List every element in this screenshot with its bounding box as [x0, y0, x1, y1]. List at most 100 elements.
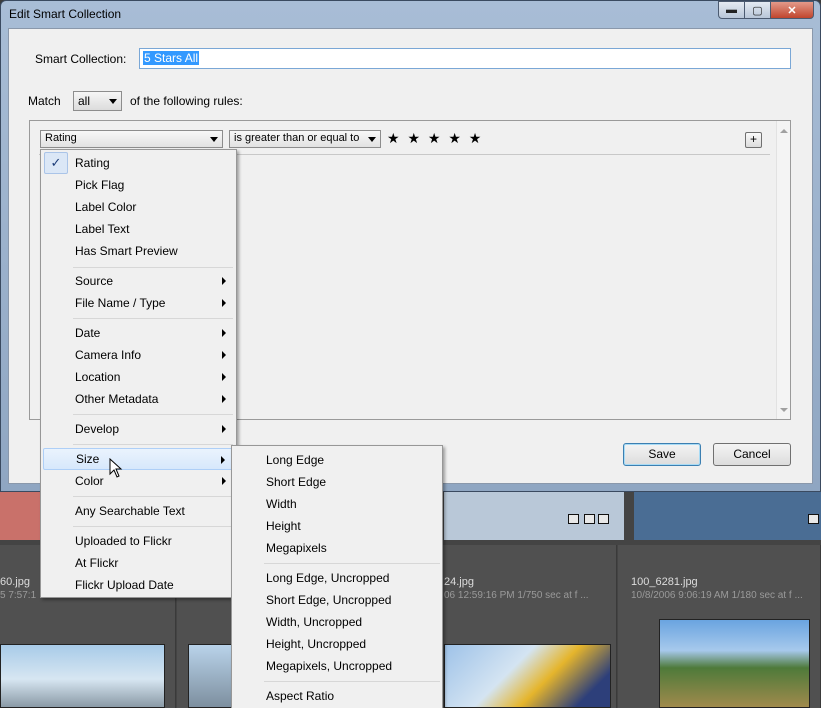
menu-item-date[interactable]: Date: [43, 322, 234, 344]
menu-separator: [73, 496, 233, 497]
submenu-item-megapixels-uncropped[interactable]: Megapixels, Uncropped: [234, 655, 440, 677]
chevron-right-icon: [222, 277, 226, 285]
collection-name-value: 5 Stars All: [143, 51, 200, 65]
metadata-badge-icon: [808, 514, 819, 524]
submenu-item-height-uncropped[interactable]: Height, Uncropped: [234, 633, 440, 655]
match-value: all: [78, 94, 91, 108]
menu-item-pick-flag[interactable]: Pick Flag: [43, 174, 234, 196]
menu-item-label: Size: [76, 452, 100, 466]
menu-item-camera-info[interactable]: Camera Info: [43, 344, 234, 366]
submenu-item-height[interactable]: Height: [234, 515, 440, 537]
window-controls: ▬ ▢ ✕: [718, 1, 814, 19]
chevron-right-icon: [221, 456, 225, 464]
menu-separator: [73, 414, 233, 415]
plus-icon: +: [749, 132, 757, 146]
menu-item-label-color[interactable]: Label Color: [43, 196, 234, 218]
menu-item-label: Location: [75, 370, 121, 384]
chevron-right-icon: [222, 299, 226, 307]
submenu-item-short-edge[interactable]: Short Edge: [234, 471, 440, 493]
menu-item-label-text[interactable]: Label Text: [43, 218, 234, 240]
menu-item-location[interactable]: Location: [43, 366, 234, 388]
file-meta: 06 12:59:16 PM 1/750 sec at f ...: [444, 590, 589, 601]
menu-item-at-flickr[interactable]: At Flickr: [43, 552, 234, 574]
chevron-down-icon: [368, 137, 376, 142]
title-bar[interactable]: Edit Smart Collection ▬ ▢ ✕: [1, 1, 820, 27]
file-name: 60.jpg: [0, 576, 30, 588]
scroll-up-icon[interactable]: [780, 129, 788, 133]
rules-suffix-label: of the following rules:: [130, 94, 243, 108]
photo-thumbnail[interactable]: [188, 644, 232, 708]
menu-item-uploaded-to-flickr[interactable]: Uploaded to Flickr: [43, 530, 234, 552]
rating-stars[interactable]: ★ ★ ★ ★ ★: [387, 130, 483, 147]
match-select[interactable]: all: [73, 91, 122, 111]
size-submenu: Long Edge Short Edge Width Height Megapi…: [231, 445, 443, 708]
menu-item-flickr-upload-date[interactable]: Flickr Upload Date: [43, 574, 234, 596]
chevron-down-icon: [210, 137, 218, 142]
rule-field-select[interactable]: Rating: [40, 130, 223, 148]
menu-separator: [264, 563, 440, 564]
menu-item-rating[interactable]: Rating: [43, 152, 234, 174]
chevron-right-icon: [222, 477, 226, 485]
menu-item-label: Date: [75, 326, 101, 340]
collection-name-input[interactable]: 5 Stars All: [139, 48, 791, 69]
file-name: 24.jpg: [444, 576, 474, 588]
photo-thumbnail[interactable]: [444, 644, 611, 708]
menu-item-label: Other Metadata: [75, 392, 159, 406]
menu-item-other-metadata[interactable]: Other Metadata: [43, 388, 234, 410]
add-rule-button[interactable]: +: [745, 132, 762, 148]
grid-thumb-top-2: [444, 490, 624, 540]
grid-thumb-top-3: [634, 490, 821, 540]
smart-collection-label: Smart Collection:: [35, 52, 127, 66]
menu-separator: [73, 526, 233, 527]
minimize-icon: ▬: [726, 4, 737, 16]
mouse-pointer-icon: [109, 458, 123, 478]
submenu-item-short-edge-uncropped[interactable]: Short Edge, Uncropped: [234, 589, 440, 611]
menu-item-any-searchable-text[interactable]: Any Searchable Text: [43, 500, 234, 522]
menu-item-label: Camera Info: [75, 348, 142, 362]
rule-field-value: Rating: [45, 132, 77, 144]
submenu-item-aspect-ratio[interactable]: Aspect Ratio: [234, 685, 440, 707]
submenu-item-megapixels[interactable]: Megapixels: [234, 537, 440, 559]
menu-item-label: Develop: [75, 422, 120, 436]
save-button[interactable]: Save: [623, 443, 701, 466]
maximize-button[interactable]: ▢: [744, 1, 771, 19]
submenu-item-width-uncropped[interactable]: Width, Uncropped: [234, 611, 440, 633]
close-button[interactable]: ✕: [770, 1, 814, 19]
submenu-item-long-edge[interactable]: Long Edge: [234, 449, 440, 471]
file-name: 100_6281.jpg: [631, 576, 698, 588]
rule-operator-select[interactable]: is greater than or equal to: [229, 130, 381, 148]
menu-separator: [73, 444, 233, 445]
menu-item-file-name-type[interactable]: File Name / Type: [43, 292, 234, 314]
menu-item-source[interactable]: Source: [43, 270, 234, 292]
menu-item-develop[interactable]: Develop: [43, 418, 234, 440]
scroll-down-icon[interactable]: [780, 408, 788, 412]
menu-item-label: File Name / Type: [75, 296, 166, 310]
file-meta: 10/8/2006 9:06:19 AM 1/180 sec at f ...: [631, 590, 803, 601]
develop-badge-icon: [598, 514, 609, 524]
photo-thumbnail[interactable]: [0, 644, 165, 708]
submenu-item-long-edge-uncropped[interactable]: Long Edge, Uncropped: [234, 567, 440, 589]
file-meta: 5 7:57:1: [0, 590, 37, 601]
maximize-icon: ▢: [752, 4, 763, 17]
field-menu: ✓ Rating Pick Flag Label Color Label Tex…: [40, 149, 237, 598]
metadata-badge-icon: [568, 514, 579, 524]
menu-item-label: Color: [75, 474, 104, 488]
chevron-right-icon: [222, 425, 226, 433]
menu-item-has-smart-preview[interactable]: Has Smart Preview: [43, 240, 234, 262]
minimize-button[interactable]: ▬: [718, 1, 745, 19]
collection-badge-icon: [584, 514, 595, 524]
menu-item-size[interactable]: Size: [43, 448, 234, 470]
rules-scrollbar[interactable]: [776, 121, 790, 419]
cancel-button[interactable]: Cancel: [713, 443, 791, 466]
chevron-right-icon: [222, 373, 226, 381]
photo-thumbnail[interactable]: [659, 619, 810, 708]
menu-item-label: Source: [75, 274, 114, 288]
chevron-right-icon: [222, 329, 226, 337]
menu-separator: [73, 267, 233, 268]
menu-item-color[interactable]: Color: [43, 470, 234, 492]
close-icon: ✕: [787, 4, 797, 17]
submenu-item-width[interactable]: Width: [234, 493, 440, 515]
menu-separator: [73, 318, 233, 319]
chevron-down-icon: [109, 99, 117, 104]
rule-operator-value: is greater than or equal to: [234, 132, 360, 144]
